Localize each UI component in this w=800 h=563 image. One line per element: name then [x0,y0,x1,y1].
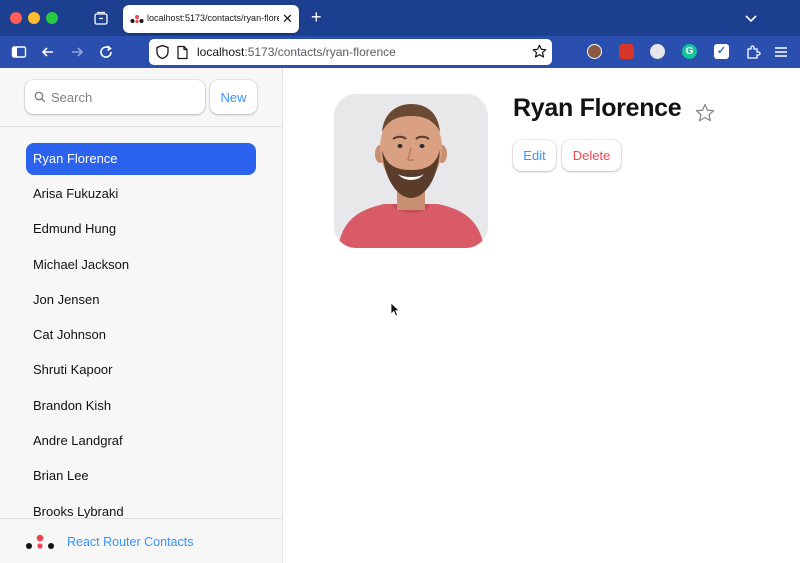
contact-name: Ryan Florence [513,94,682,122]
chevron-down-icon[interactable] [744,11,758,25]
reload-icon[interactable] [98,44,114,60]
sidebar-toggle-icon[interactable] [11,44,27,60]
window-zoom-button[interactable] [46,12,58,24]
tab-close-icon[interactable]: ✕ [282,11,293,27]
url-host: localhost [197,45,245,59]
shield-icon[interactable] [155,44,170,60]
search-box[interactable] [25,80,205,114]
contact-list-item[interactable]: Michael Jackson [26,249,256,281]
contact-list-item[interactable]: Andre Landgraf [26,425,256,457]
address-bar[interactable]: localhost:5173/contacts/ryan-florence [149,39,552,65]
window-minimize-button[interactable] [28,12,40,24]
window-close-button[interactable] [10,12,22,24]
search-input[interactable] [51,87,199,107]
back-arrow-icon[interactable] [40,44,56,60]
bookmark-star-icon[interactable] [532,44,547,59]
contact-list-item[interactable]: Edmund Hung [26,213,256,245]
star-icon [695,103,715,122]
tab-title: localhost:5173/contacts/ryan-florence [147,13,279,23]
search-icon [34,91,46,103]
contact-list-item[interactable]: Jon Jensen [26,284,256,316]
contact-list-item[interactable]: Cat Johnson [26,319,256,351]
extension-gray-icon[interactable] [650,44,665,59]
react-router-favicon-icon [130,15,144,24]
extension-red-icon[interactable] [619,44,634,59]
extensions-puzzle-icon[interactable] [745,44,761,60]
contact-list: Ryan Florence Arisa Fukuzaki Edmund Hung… [0,128,282,518]
url-path: :5173/contacts/ryan-florence [244,45,396,59]
new-tab-button[interactable]: + [311,8,322,26]
contact-list-item[interactable]: Ryan Florence [26,143,256,175]
contact-list-item[interactable]: Brooks Lybrand [26,496,256,518]
contact-list-item[interactable]: Brian Lee [26,460,256,492]
profile-avatar-icon[interactable] [587,44,602,59]
sidebar-footer: React Router Contacts [0,518,282,563]
contact-list-item[interactable]: Brandon Kish [26,390,256,422]
url-text[interactable]: localhost:5173/contacts/ryan-florence [197,45,396,59]
forward-arrow-icon[interactable] [69,44,85,60]
hamburger-menu-icon[interactable] [773,44,789,60]
sidebar-search-bar: New [0,68,282,127]
delete-button[interactable]: Delete [562,140,621,171]
contact-detail: Ryan Florence Edit Delete [283,68,800,563]
grammarly-extension-icon[interactable]: G [682,44,697,59]
browser-tab[interactable]: localhost:5173/contacts/ryan-florence ✕ [123,5,299,33]
mouse-cursor-icon [390,302,400,317]
extension-check-icon[interactable]: ✓ [714,44,729,59]
favorite-button[interactable] [694,102,716,124]
react-router-logo-icon [26,534,54,549]
contact-avatar [334,94,488,248]
app-title-link[interactable]: React Router Contacts [67,535,193,549]
tab-overview-icon[interactable] [93,10,109,26]
browser-tab-strip: localhost:5173/contacts/ryan-florence ✕ … [0,0,800,36]
contact-list-item[interactable]: Shruti Kapoor [26,354,256,386]
contact-photo [334,94,488,248]
page-icon[interactable] [176,45,189,60]
sidebar: New Ryan Florence Arisa Fukuzaki Edmund … [0,68,283,563]
edit-button[interactable]: Edit [513,140,556,171]
contact-list-item[interactable]: Arisa Fukuzaki [26,178,256,210]
browser-toolbar: localhost:5173/contacts/ryan-florence G … [0,36,800,68]
new-contact-button[interactable]: New [210,80,257,114]
